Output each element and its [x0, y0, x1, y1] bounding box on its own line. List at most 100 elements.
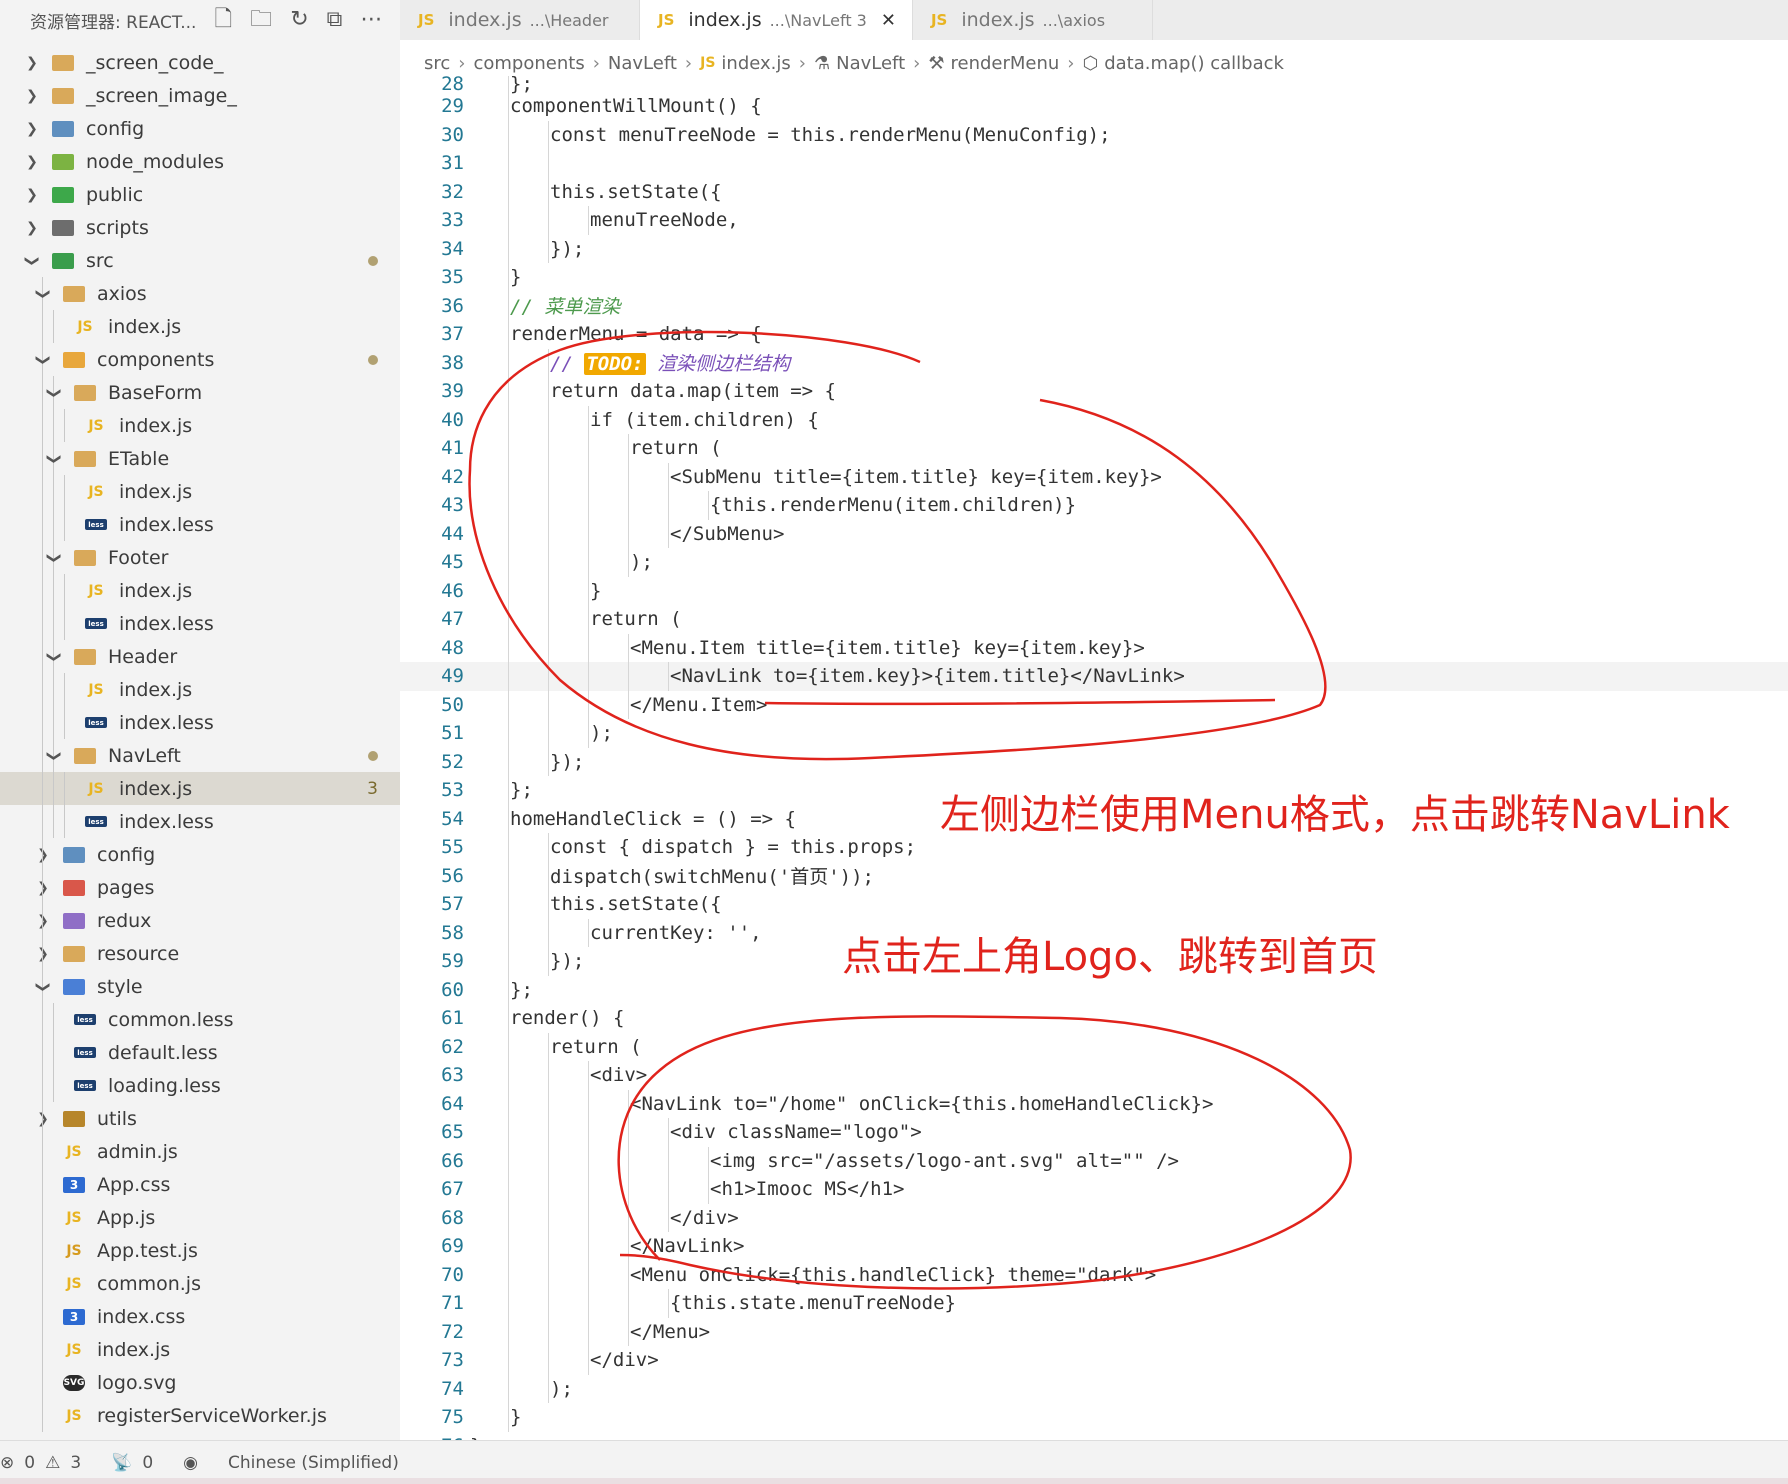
- editor-tab[interactable]: JS index.js ...\Header: [400, 0, 640, 40]
- code-line[interactable]: 64 <NavLink to="/home" onClick={this.home…: [400, 1089, 1788, 1118]
- editor-tab[interactable]: JS index.js ...\NavLeft 3 ✕: [640, 0, 913, 40]
- tree-folder[interactable]: ❯ axios: [0, 277, 400, 310]
- tree-folder[interactable]: ❯ public: [0, 178, 400, 211]
- code-line[interactable]: 35}: [400, 263, 1788, 292]
- tree-file[interactable]: JS index.js: [0, 475, 400, 508]
- code-line[interactable]: 75}: [400, 1403, 1788, 1432]
- code-line[interactable]: 48 <Menu.Item title={item.title} key={ite…: [400, 633, 1788, 662]
- warning-icon[interactable]: ⚠: [45, 1453, 60, 1473]
- code-line[interactable]: 74);: [400, 1374, 1788, 1403]
- code-line[interactable]: 50 </Menu.Item>: [400, 690, 1788, 719]
- tree-folder[interactable]: ❯ scripts: [0, 211, 400, 244]
- code-line[interactable]: 39 return data.map(item => {: [400, 377, 1788, 406]
- code-line[interactable]: 28};: [400, 76, 1788, 95]
- code-line[interactable]: 60};: [400, 975, 1788, 1004]
- breadcrumb-item[interactable]: src: [424, 53, 450, 74]
- tree-folder[interactable]: ❯ pages: [0, 871, 400, 904]
- code-line[interactable]: 46}: [400, 576, 1788, 605]
- code-line[interactable]: 76}: [400, 1432, 1788, 1440]
- tree-file[interactable]: less loading.less: [0, 1069, 400, 1102]
- breadcrumb-item[interactable]: NavLeft: [608, 53, 677, 74]
- tree-file[interactable]: JS App.test.js: [0, 1234, 400, 1267]
- error-count[interactable]: 0: [24, 1453, 35, 1473]
- tree-folder[interactable]: ❯ _screen_image_: [0, 79, 400, 112]
- code-line[interactable]: 63 <div>: [400, 1061, 1788, 1090]
- more-icon[interactable]: ⋯: [360, 9, 382, 31]
- breadcrumb-item[interactable]: index.js: [721, 53, 790, 74]
- tree-folder[interactable]: ❯ redux: [0, 904, 400, 937]
- tree-file[interactable]: less index.less: [0, 508, 400, 541]
- tree-file[interactable]: JS index.js: [0, 1333, 400, 1366]
- code-line[interactable]: 73 </div>: [400, 1346, 1788, 1375]
- tree-folder[interactable]: ❯ ETable: [0, 442, 400, 475]
- code-line[interactable]: 51);: [400, 719, 1788, 748]
- tree-folder[interactable]: ❯ components: [0, 343, 400, 376]
- tree-file[interactable]: JS admin.js: [0, 1135, 400, 1168]
- code-area[interactable]: 28}; 29 componentWillMount() {30 const menu…: [400, 76, 1788, 1440]
- warning-count[interactable]: 3: [70, 1453, 81, 1473]
- code-line[interactable]: 72 </Menu>: [400, 1317, 1788, 1346]
- new-folder-icon[interactable]: 🗀: [250, 9, 272, 31]
- tree-file[interactable]: JS index.js: [0, 673, 400, 706]
- code-line[interactable]: 42 <SubMenu title={item.title} key={item.…: [400, 462, 1788, 491]
- tree-folder[interactable]: ❯ config: [0, 112, 400, 145]
- code-line[interactable]: 31: [400, 149, 1788, 178]
- code-line[interactable]: 45);: [400, 548, 1788, 577]
- code-line[interactable]: 54 homeHandleClick = () => {: [400, 804, 1788, 833]
- tree-file[interactable]: less common.less: [0, 1003, 400, 1036]
- tree-file[interactable]: less index.less: [0, 805, 400, 838]
- code-line[interactable]: 59});: [400, 947, 1788, 976]
- tree-file[interactable]: less default.less: [0, 1036, 400, 1069]
- tree-file[interactable]: less index.less: [0, 706, 400, 739]
- tree-file[interactable]: less index.less: [0, 607, 400, 640]
- breadcrumb-item[interactable]: NavLeft: [836, 53, 905, 74]
- tree-folder[interactable]: ❯ NavLeft: [0, 739, 400, 772]
- tree-file[interactable]: JS App.js: [0, 1201, 400, 1234]
- breadcrumb-item[interactable]: components: [473, 53, 584, 74]
- language-indicator[interactable]: Chinese (Simplified): [228, 1453, 399, 1473]
- tree-folder[interactable]: ❯ BaseForm: [0, 376, 400, 409]
- code-line[interactable]: 67 <h1>Imooc MS</h1>: [400, 1175, 1788, 1204]
- code-line[interactable]: 53};: [400, 776, 1788, 805]
- code-line[interactable]: 29 componentWillMount() {: [400, 92, 1788, 121]
- code-line[interactable]: 70 <Menu onClick={this.handleClick} theme…: [400, 1260, 1788, 1289]
- refresh-icon[interactable]: ↻: [290, 9, 308, 31]
- code-line[interactable]: 43 {this.renderMenu(item.children)}: [400, 491, 1788, 520]
- tree-folder[interactable]: ❯ src: [0, 244, 400, 277]
- code-line[interactable]: 41 return (: [400, 434, 1788, 463]
- tree-file[interactable]: SVG logo.svg: [0, 1366, 400, 1399]
- breadcrumb-item[interactable]: renderMenu: [950, 53, 1059, 74]
- ports-count[interactable]: 0: [142, 1453, 153, 1473]
- error-icon[interactable]: ⊗: [0, 1453, 14, 1473]
- tree-file[interactable]: JS registerServiceWorker.js: [0, 1399, 400, 1432]
- tree-file[interactable]: JS index.js 3: [0, 772, 400, 805]
- tree-file[interactable]: 3 App.css: [0, 1168, 400, 1201]
- editor-tab[interactable]: JS index.js ...\axios: [913, 0, 1153, 40]
- code-line[interactable]: 34});: [400, 234, 1788, 263]
- tree-file[interactable]: JS index.js: [0, 310, 400, 343]
- code-line[interactable]: 44 </SubMenu>: [400, 519, 1788, 548]
- code-line[interactable]: 49 <NavLink to={item.key}>{item.title}</N…: [400, 662, 1788, 691]
- collapse-icon[interactable]: ⧉: [327, 9, 343, 31]
- code-line[interactable]: 30 const menuTreeNode = this.renderMenu(M…: [400, 120, 1788, 149]
- code-line[interactable]: 52});: [400, 747, 1788, 776]
- code-line[interactable]: 33 menuTreeNode,: [400, 206, 1788, 235]
- tree-folder[interactable]: ❯ config: [0, 838, 400, 871]
- code-line[interactable]: 57 this.setState({: [400, 890, 1788, 919]
- tree-folder[interactable]: ❯ _screen_code_: [0, 46, 400, 79]
- eye-icon[interactable]: ◉: [183, 1453, 198, 1473]
- tree-folder[interactable]: ❯ node_modules: [0, 145, 400, 178]
- new-file-icon[interactable]: 🗋: [214, 9, 232, 31]
- code-line[interactable]: 40 if (item.children) {: [400, 405, 1788, 434]
- code-line[interactable]: 55 const { dispatch } = this.props;: [400, 833, 1788, 862]
- code-line[interactable]: 47 return (: [400, 605, 1788, 634]
- tree-file[interactable]: 3 index.css: [0, 1300, 400, 1333]
- code-line[interactable]: 66 <img src="/assets/logo-ant.svg" alt=""…: [400, 1146, 1788, 1175]
- close-icon[interactable]: ✕: [881, 10, 896, 31]
- breadcrumb-item[interactable]: data.map() callback: [1104, 53, 1284, 74]
- code-line[interactable]: 37 renderMenu = data => {: [400, 320, 1788, 349]
- code-line[interactable]: 68 </div>: [400, 1203, 1788, 1232]
- tree-folder[interactable]: ❯ utils: [0, 1102, 400, 1135]
- tree-folder[interactable]: ❯ style: [0, 970, 400, 1003]
- tree-folder[interactable]: ❯ Header: [0, 640, 400, 673]
